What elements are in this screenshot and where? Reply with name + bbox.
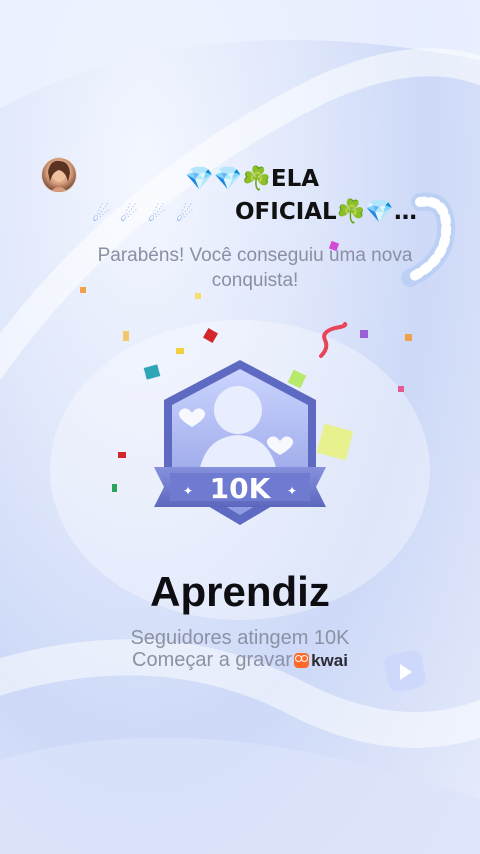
svg-text:✦: ✦ xyxy=(287,484,297,498)
badge-label: 10K xyxy=(210,472,272,505)
confetti-piece xyxy=(195,293,201,299)
play-button-icon xyxy=(384,650,426,692)
confetti-piece xyxy=(112,484,117,492)
username-line-1: 💎💎☘️ELA xyxy=(185,166,320,192)
confetti-piece xyxy=(123,331,129,341)
avatar[interactable] xyxy=(41,157,77,193)
start-recording-label: Começar a gravar xyxy=(132,649,293,671)
kwai-brand-label: kwai xyxy=(311,650,348,670)
avatar-face-icon xyxy=(48,160,70,192)
confetti-piece xyxy=(202,327,219,344)
kwai-logo-icon xyxy=(294,653,310,668)
confetti-piece xyxy=(405,334,412,341)
confetti-piece xyxy=(398,386,404,392)
achievement-title: Aprendiz xyxy=(150,568,330,615)
confetti-piece xyxy=(80,287,86,293)
congrats-message: Parabéns! Você conseguiu uma nova conqui… xyxy=(97,245,413,291)
confetti-piece xyxy=(118,452,126,458)
achievement-badge: 10K ✦ ✦ xyxy=(140,355,340,535)
kwai-brand: kwai xyxy=(294,651,348,671)
confetti-piece xyxy=(176,348,184,354)
follower-badge-icon: 10K ✦ ✦ xyxy=(154,360,326,525)
confetti-piece xyxy=(360,330,368,338)
svg-text:✦: ✦ xyxy=(183,484,193,498)
